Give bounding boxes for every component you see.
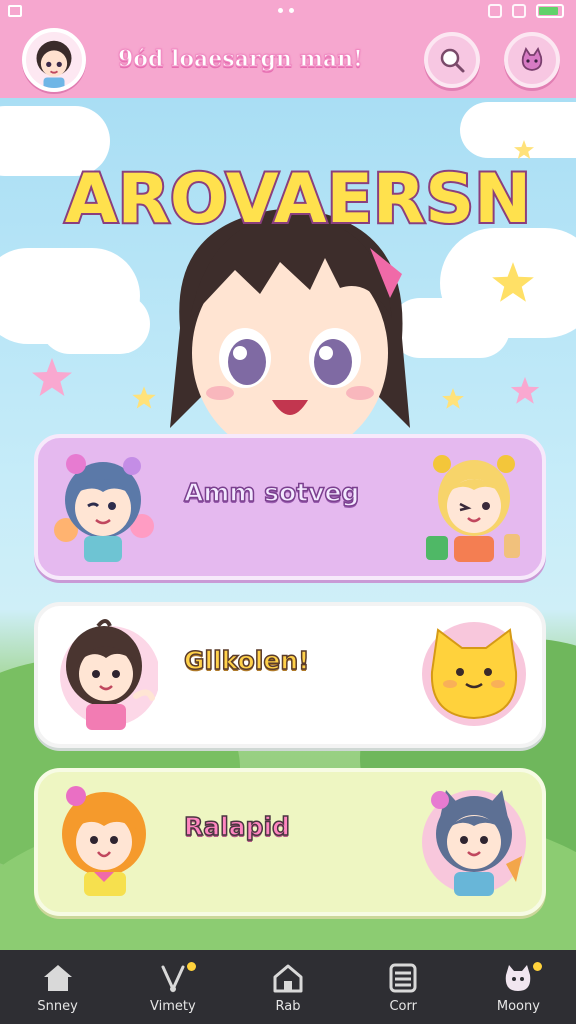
menu-card-1[interactable]: Amm sotveg xyxy=(34,434,546,580)
main-scene: AROVAERSN Amm sotveg Gllkolen! Ralapid xyxy=(0,98,576,950)
hero-title: AROVAERSN xyxy=(63,158,533,241)
nav-label: Rab xyxy=(275,998,301,1014)
house-outline-icon xyxy=(273,964,303,992)
status-bar xyxy=(0,0,576,24)
menu-card-3[interactable]: Ralapid xyxy=(34,768,546,916)
hero-title-text: AROVAERSN xyxy=(65,160,531,239)
home-icon xyxy=(43,964,72,991)
menu-card-2[interactable]: Gllkolen! xyxy=(34,602,546,748)
card-3-label: Ralapid xyxy=(183,811,290,842)
star-icon xyxy=(510,376,540,404)
nav-label: Moony xyxy=(496,998,540,1014)
page-dots xyxy=(278,8,294,13)
notification-dot xyxy=(187,962,197,971)
card-1-label: Amm sotveg xyxy=(183,477,360,508)
yellow-cat-icon xyxy=(422,622,526,726)
orangehair-girl-icon xyxy=(62,786,146,896)
star-icon xyxy=(492,262,534,302)
avatar-girl-icon xyxy=(26,32,82,88)
search-icon xyxy=(440,48,465,73)
cat-menu-button[interactable] xyxy=(504,32,560,88)
star-icon xyxy=(442,388,464,409)
nav-label: Vimety xyxy=(149,998,196,1014)
nav-item-corr[interactable]: Corr xyxy=(346,950,461,1024)
bottom-nav: Snney Vimety Rab Corr Moony xyxy=(0,950,576,1024)
nav-item-moony[interactable]: Moony xyxy=(461,950,576,1024)
card-2-label: Gllkolen! xyxy=(183,645,310,676)
cat-icon xyxy=(521,47,543,71)
catear-girl-icon xyxy=(422,790,526,896)
avatar[interactable] xyxy=(22,28,86,92)
bluehair-girl-icon xyxy=(54,454,154,562)
notification-dot xyxy=(532,962,542,971)
nav-item-rab[interactable]: Rab xyxy=(230,950,345,1024)
status-icons xyxy=(488,4,564,18)
nav-item-vimety[interactable]: Vimety xyxy=(115,950,230,1024)
wifi-icon xyxy=(512,4,526,18)
nav-label: Snney xyxy=(37,998,78,1014)
header-title: 9ód loaesargn man! xyxy=(118,46,364,73)
nav-item-snney[interactable]: Snney xyxy=(0,950,115,1024)
cat-icon xyxy=(506,964,531,991)
heart-pin-icon xyxy=(161,965,185,993)
search-button[interactable] xyxy=(424,32,480,88)
star-icon xyxy=(32,358,72,396)
battery-icon xyxy=(536,4,564,18)
notification-icon xyxy=(8,5,22,17)
brownhair-girl-icon xyxy=(60,619,158,730)
nav-label: Corr xyxy=(389,998,417,1014)
blonde-girl-icon xyxy=(426,455,520,562)
cloud xyxy=(40,294,150,354)
signal-icon xyxy=(488,4,502,18)
app-header: 9ód loaesargn man! xyxy=(0,24,576,98)
list-icon xyxy=(389,963,417,992)
